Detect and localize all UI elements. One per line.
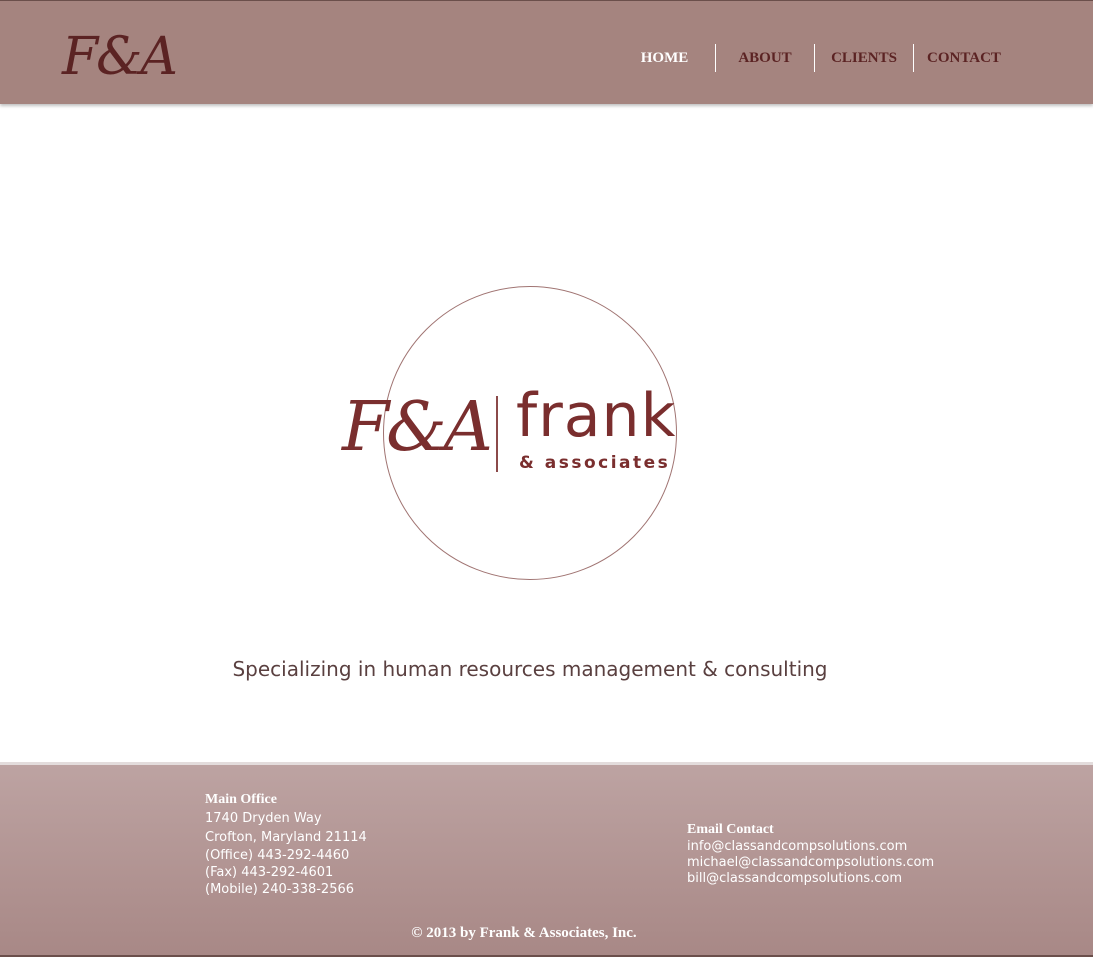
nav-home[interactable]: HOME <box>614 44 715 72</box>
main-nav: HOME ABOUT CLIENTS CONTACT <box>614 44 1014 72</box>
site-header: F&A HOME ABOUT CLIENTS CONTACT <box>0 0 1093 104</box>
copyright-notice: © 2013 by Frank & Associates, Inc. <box>411 925 637 941</box>
email-link-info[interactable]: info@classandcompsolutions.com <box>687 839 934 855</box>
email-contact-block: Email Contact info@classandcompsolutions… <box>687 821 934 887</box>
email-contact-heading: Email Contact <box>687 822 774 837</box>
email-link-bill[interactable]: bill@classandcompsolutions.com <box>687 871 934 887</box>
office-mobile: (Mobile) 240-338-2566 <box>205 882 355 897</box>
office-fax: (Fax) 443-292-4601 <box>205 865 334 880</box>
nav-clients[interactable]: CLIENTS <box>815 44 913 72</box>
email-link-michael[interactable]: michael@classandcompsolutions.com <box>687 855 934 871</box>
hero-logo-divider <box>496 396 498 472</box>
office-phone: (Office) 443-292-4460 <box>205 848 350 863</box>
main-office-heading: Main Office <box>205 792 277 807</box>
tagline: Specializing in human resources manageme… <box>232 657 828 681</box>
nav-about[interactable]: ABOUT <box>716 44 814 72</box>
main-office-block: Main Office 1740 Dryden Way Crofton, Mar… <box>205 791 367 898</box>
site-footer: Main Office 1740 Dryden Way Crofton, Mar… <box>0 762 1093 957</box>
site-logo[interactable]: F&A <box>62 27 178 87</box>
hero-brand-name: frank <box>516 381 677 451</box>
office-address-street: 1740 Dryden Way <box>205 811 322 826</box>
office-address-city: Crofton, Maryland 21114 <box>205 830 367 845</box>
hero-monogram: F&A <box>342 388 493 467</box>
nav-contact[interactable]: CONTACT <box>914 44 1014 72</box>
hero-logo: F&A frank & associates <box>340 284 720 584</box>
hero-brand-subtitle: & associates <box>519 453 671 473</box>
